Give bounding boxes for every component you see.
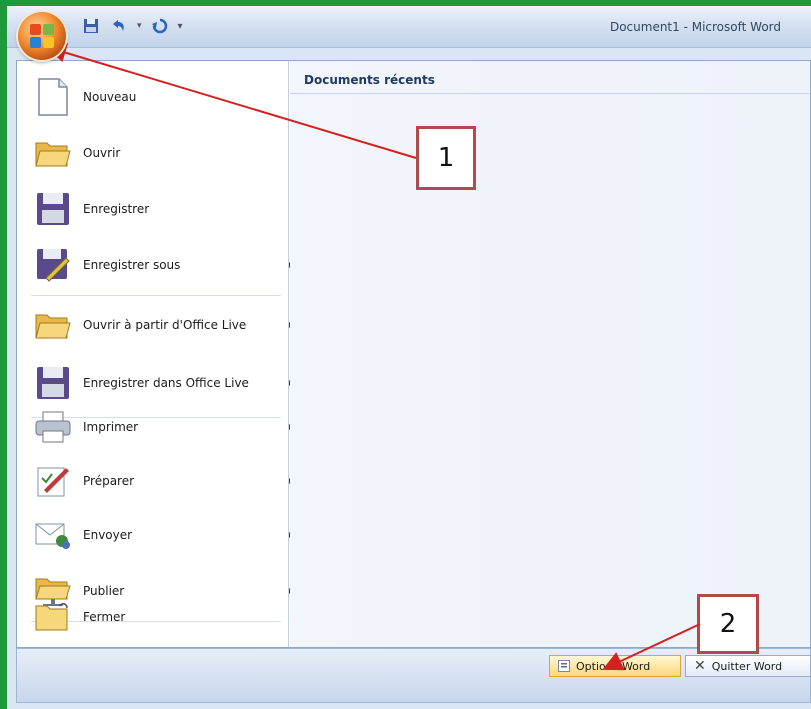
save-icon[interactable] [83, 18, 99, 34]
word-options-label: Options Word [576, 659, 651, 673]
office-menu: Nouveau Ouvrir Enregistrer Enregistrer s… [16, 60, 811, 648]
new-document-icon [31, 75, 75, 119]
recent-documents-panel: Documents récents [290, 61, 810, 647]
menu-item-label: Enregistrer dans Office Live [83, 376, 249, 390]
printer-icon [31, 405, 75, 449]
prepare-icon [31, 459, 75, 503]
send-icon [31, 513, 75, 557]
menu-item-enregistrer-sous[interactable]: Enregistrer sous [17, 237, 293, 293]
recent-documents-header: Documents récents [304, 73, 435, 87]
menu-item-label: Enregistrer [83, 202, 150, 216]
office-menu-commands: Nouveau Ouvrir Enregistrer Enregistrer s… [17, 61, 293, 647]
menu-item-label: Ouvrir à partir d'Office Live [83, 318, 247, 332]
menu-item-enregistrer[interactable]: Enregistrer [17, 181, 289, 237]
menu-item-label: Imprimer [83, 420, 139, 434]
menu-item-label: Fermer [83, 610, 126, 624]
menu-item-imprimer[interactable]: Imprimer [17, 399, 293, 455]
window-title: Document1 - Microsoft Word [609, 20, 781, 34]
save-floppy-icon [31, 187, 75, 231]
redo-icon[interactable] [151, 18, 168, 34]
menu-item-preparer[interactable]: Préparer [17, 453, 293, 509]
quit-word-button[interactable]: ✕ Quitter Word [685, 655, 811, 677]
menu-item-label: Enregistrer sous [83, 258, 181, 272]
title-bar: ▾ ▾ Document1 - Microsoft Word [7, 6, 811, 48]
word-options-button[interactable]: Options Word [549, 655, 681, 677]
quit-word-label: Quitter Word [711, 659, 783, 673]
office-menu-footer: Options Word ✕ Quitter Word [16, 648, 811, 703]
options-icon [558, 660, 570, 672]
menu-item-fermer[interactable]: Fermer [17, 589, 289, 645]
header-divider [290, 93, 810, 94]
customize-qat-icon[interactable]: ▾ [178, 21, 183, 32]
menu-item-nouveau[interactable]: Nouveau [17, 69, 289, 125]
close-folder-icon [31, 595, 75, 639]
menu-item-label: Envoyer [83, 528, 133, 542]
menu-item-ouvrir[interactable]: Ouvrir [17, 125, 289, 181]
callout-1: 1 [416, 126, 476, 190]
office-logo-icon [30, 24, 54, 48]
menu-item-ouvrir-office-live[interactable]: Ouvrir à partir d'Office Live [17, 297, 293, 353]
quick-access-toolbar: ▾ ▾ [83, 18, 183, 34]
menu-item-label: Nouveau [83, 90, 137, 104]
menu-item-label: Ouvrir [83, 146, 121, 160]
menu-item-label: Préparer [83, 474, 135, 488]
menu-item-envoyer[interactable]: Envoyer [17, 507, 293, 563]
callout-2: 2 [697, 594, 759, 654]
open-office-live-icon [31, 303, 75, 347]
save-as-icon [31, 243, 75, 287]
office-button[interactable] [18, 12, 66, 60]
undo-icon[interactable] [109, 18, 127, 34]
close-x-icon: ✕ [694, 658, 706, 674]
undo-dropdown-icon[interactable]: ▾ [137, 21, 142, 31]
open-folder-icon [31, 131, 75, 175]
menu-separator [31, 295, 281, 296]
